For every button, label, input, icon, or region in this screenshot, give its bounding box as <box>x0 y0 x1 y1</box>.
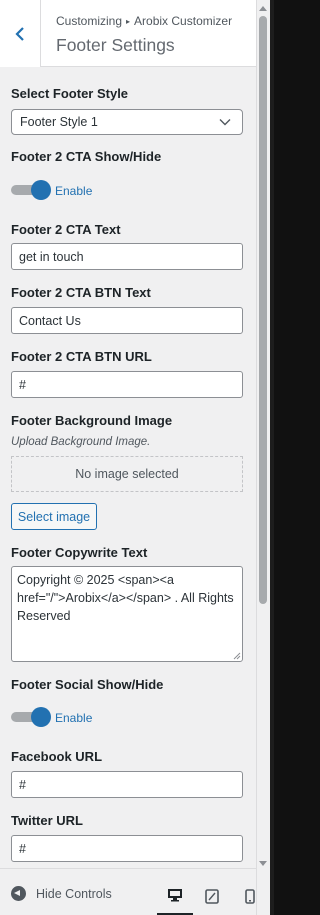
hide-controls-button[interactable]: Hide Controls <box>11 886 112 901</box>
cta-btn-url-input[interactable]: # <box>11 371 243 398</box>
social-toggle-switch[interactable] <box>11 707 51 727</box>
tablet-icon <box>205 889 219 904</box>
cta-toggle-state: Enable <box>55 184 93 198</box>
cta-btn-url-label: Footer 2 CTA BTN URL <box>11 349 152 364</box>
cta-toggle-label: Footer 2 CTA Show/Hide <box>11 149 162 164</box>
panel-header: Customizing ▸ Arobix Customizer Footer Set… <box>0 0 256 67</box>
scroll-down-arrow-icon[interactable] <box>259 861 267 866</box>
scroll-up-arrow-icon[interactable] <box>259 6 267 11</box>
desktop-icon <box>168 889 182 902</box>
breadcrumb-separator: ▸ <box>126 17 131 26</box>
cta-btn-text-label: Footer 2 CTA BTN Text <box>11 285 151 300</box>
social-toggle-state: Enable <box>55 711 93 725</box>
footer-style-select[interactable]: Footer Style 1 <box>11 109 243 135</box>
twitter-url-label: Twitter URL <box>11 813 83 828</box>
bg-image-description: Upload Background Image. <box>11 436 151 448</box>
preview-tablet-button[interactable] <box>194 877 230 915</box>
customizer-footer: Hide Controls <box>0 868 256 915</box>
cta-toggle-switch[interactable] <box>11 180 51 200</box>
toggle-knob <box>31 180 51 200</box>
breadcrumb-parent: Customizing <box>56 14 123 28</box>
breadcrumb-section: Arobix Customizer <box>134 14 233 28</box>
breadcrumb: Customizing ▸ Arobix Customizer <box>56 14 232 28</box>
toggle-knob <box>31 707 51 727</box>
facebook-url-input[interactable]: # <box>11 771 243 798</box>
bg-image-placeholder: No image selected <box>11 456 243 492</box>
bg-image-label: Footer Background Image <box>11 413 173 428</box>
back-button[interactable] <box>0 0 41 67</box>
customizer-panel: Customizing ▸ Arobix Customizer Footer Set… <box>0 0 256 915</box>
scrollbar-thumb[interactable] <box>259 16 267 604</box>
chevron-down-icon <box>219 119 231 126</box>
collapse-arrow-icon <box>11 886 26 901</box>
footer-style-label: Select Footer Style <box>11 86 129 101</box>
footer-style-value: Footer Style 1 <box>20 115 98 129</box>
copyright-textarea[interactable]: Copyright © 2025 <span><a href="/">Arobi… <box>11 566 243 662</box>
copyright-label: Footer Copywrite Text <box>11 545 148 560</box>
preview-edge <box>270 0 274 915</box>
twitter-url-input[interactable]: # <box>11 835 243 862</box>
cta-text-input[interactable]: get in touch <box>11 243 243 270</box>
hide-controls-label: Hide Controls <box>36 886 112 901</box>
copyright-text: Copyright © 2025 <span><a href="/">Arobi… <box>17 573 234 623</box>
chevron-left-icon <box>15 26 24 41</box>
facebook-url-label: Facebook URL <box>11 749 103 764</box>
preview-desktop-button[interactable] <box>157 877 193 915</box>
no-image-text: No image selected <box>75 467 179 481</box>
social-toggle-label: Footer Social Show/Hide <box>11 677 164 692</box>
cta-btn-text-input[interactable]: Contact Us <box>11 307 243 334</box>
select-image-button[interactable]: Select image <box>11 503 97 530</box>
resize-handle-icon[interactable] <box>233 652 241 660</box>
mobile-icon <box>245 889 255 904</box>
cta-text-label: Footer 2 CTA Text <box>11 222 121 237</box>
section-title: Footer Settings <box>56 35 175 55</box>
